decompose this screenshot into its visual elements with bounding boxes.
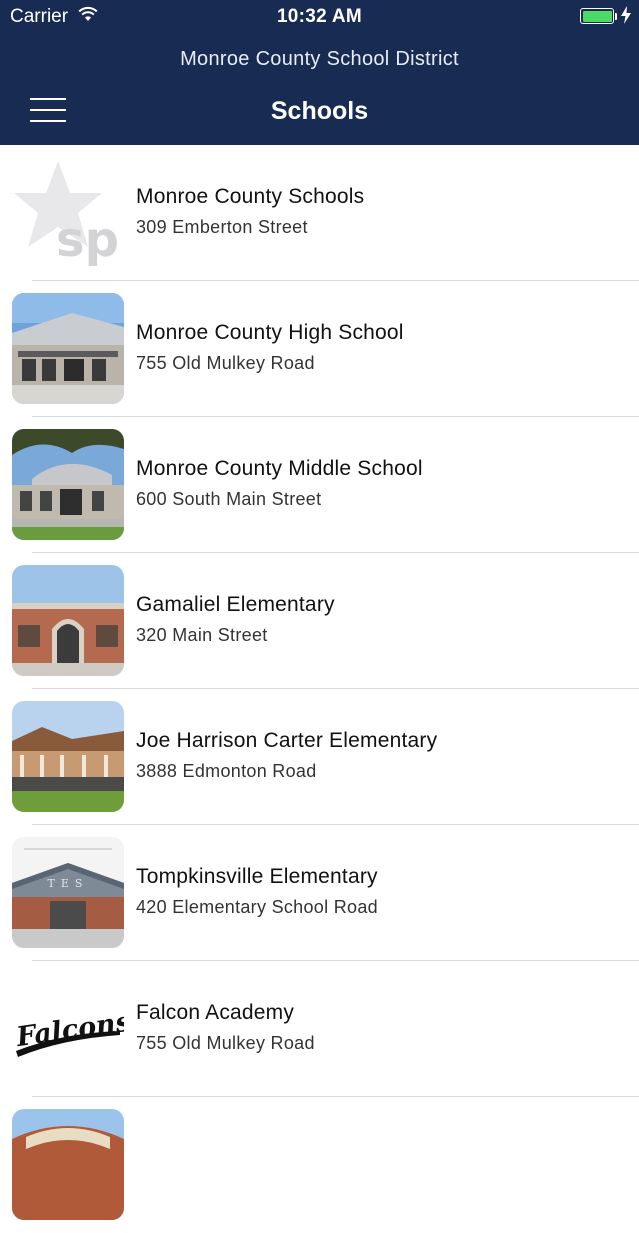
- page-title: Schools: [270, 97, 369, 125]
- school-name: Joe Harrison Carter Elementary: [136, 729, 438, 752]
- school-address: 309 Emberton Street: [136, 217, 308, 237]
- schoolpointe-star-logo: sp: [12, 157, 124, 268]
- list-item[interactable]: TES Tompkinsville Elementary 420 Element…: [0, 825, 639, 961]
- school-name: Tompkinsville Elementary: [136, 865, 378, 888]
- middle-school-building-photo: [12, 429, 124, 540]
- battery-cap: [615, 13, 617, 20]
- list-item[interactable]: Gamaliel Elementary 320 Main Street: [0, 553, 639, 689]
- status-time: 10:32 AM: [276, 6, 363, 27]
- school-address: 320 Main Street: [136, 625, 268, 645]
- tes-building-photo: TES: [12, 837, 124, 948]
- gamaliel-building-photo: [12, 565, 124, 676]
- nav-header: Carrier 10:32 AM Monroe County School Di…: [0, 0, 639, 145]
- charging-bolt-icon: [620, 6, 632, 30]
- list-item[interactable]: Monroe County High School 755 Old Mulkey…: [0, 281, 639, 417]
- battery-icon: [580, 8, 614, 24]
- status-bar: Carrier 10:32 AM: [0, 0, 639, 34]
- district-name: Monroe County School District: [180, 48, 459, 70]
- school-address: 755 Old Mulkey Road: [136, 1033, 315, 1053]
- list-item[interactable]: Falcons Falcon Academy 755 Old Mulkey Ro…: [0, 961, 639, 1097]
- list-item[interactable]: [0, 1097, 639, 1233]
- school-name: Monroe County Middle School: [136, 457, 423, 480]
- list-item[interactable]: Monroe County Middle School 600 South Ma…: [0, 417, 639, 553]
- monroe-county-sign-photo: [12, 1109, 124, 1220]
- school-address: 420 Elementary School Road: [136, 897, 378, 917]
- carter-building-photo: [12, 701, 124, 812]
- school-address: 3888 Edmonton Road: [136, 761, 317, 781]
- school-name: Gamaliel Elementary: [136, 593, 335, 616]
- school-address: 600 South Main Street: [136, 489, 322, 509]
- school-name: Falcon Academy: [136, 1001, 295, 1024]
- svg-text:TES: TES: [48, 877, 89, 890]
- school-name: Monroe County Schools: [136, 185, 365, 208]
- falcons-logo: Falcons: [12, 973, 124, 1084]
- school-name: Monroe County High School: [136, 321, 404, 344]
- list-item[interactable]: Joe Harrison Carter Elementary 3888 Edmo…: [0, 689, 639, 825]
- svg-text:sp: sp: [56, 212, 119, 268]
- list-item[interactable]: sp Monroe County Schools 309 Emberton St…: [0, 145, 639, 281]
- high-school-building-photo: [12, 293, 124, 404]
- school-address: 755 Old Mulkey Road: [136, 353, 315, 373]
